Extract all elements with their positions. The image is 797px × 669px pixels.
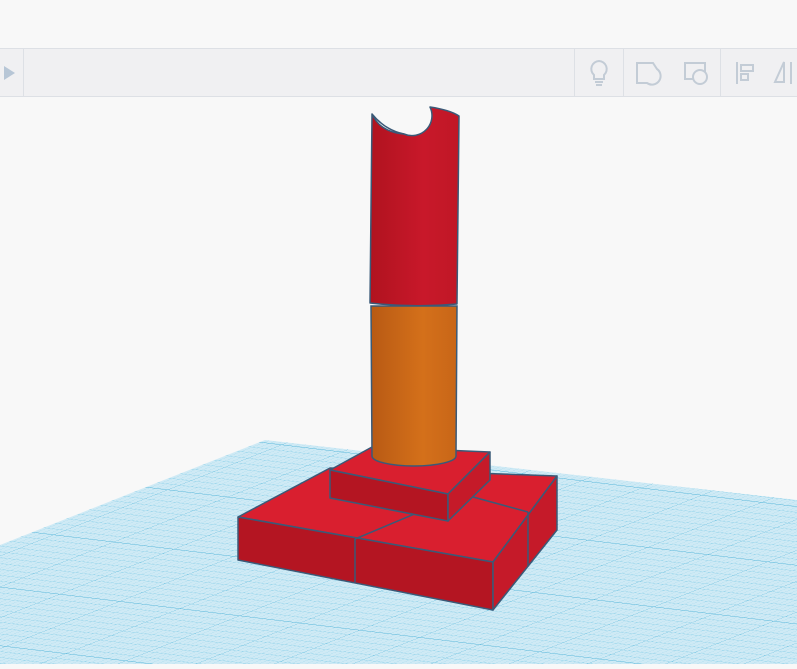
toolbar [0, 49, 797, 97]
hint-button[interactable] [575, 49, 623, 96]
play-icon [4, 65, 15, 80]
red-cylinder[interactable] [369, 106, 460, 307]
mirror-icon [773, 61, 792, 84]
orange-cylinder[interactable] [370, 305, 458, 467]
run-simulation-button[interactable] [0, 49, 22, 96]
lightbulb-icon [590, 59, 608, 86]
group-button[interactable] [672, 49, 720, 96]
top-bar [0, 0, 797, 49]
divider [23, 49, 24, 96]
3d-viewport[interactable] [0, 97, 797, 664]
align-icon [736, 61, 754, 84]
mirror-button[interactable] [772, 49, 797, 96]
align-button[interactable] [728, 49, 762, 96]
note-icon [636, 61, 662, 86]
group-shape-icon [684, 61, 708, 85]
divider [720, 49, 721, 96]
note-button[interactable] [624, 49, 672, 96]
